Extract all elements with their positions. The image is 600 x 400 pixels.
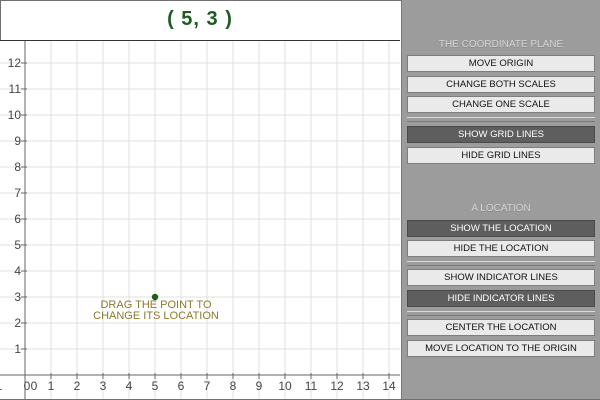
x-tick-label: 2 <box>74 379 81 393</box>
y-tick-label: 5 <box>14 238 21 252</box>
y-tick-label: 6 <box>14 212 21 226</box>
y-tick-label: 11 <box>9 82 22 96</box>
panel-divider <box>407 311 595 316</box>
coordinate-readout: ( 5, 3 ) <box>167 8 233 30</box>
change-one-scale-button[interactable]: CHANGE ONE SCALE <box>407 96 595 113</box>
location-section-title: A LOCATION <box>471 203 531 214</box>
y-tick-label: 2 <box>14 316 21 330</box>
x-tick-label: 3 <box>100 379 107 393</box>
x-tick-label: 12 <box>330 379 344 393</box>
y-tick-label: 8 <box>14 160 21 174</box>
hide-indicator-lines-button[interactable]: HIDE INDICATOR LINES <box>407 290 595 307</box>
y-tick-label: 10 <box>8 108 22 122</box>
y-tick-label: 3 <box>14 290 21 304</box>
drag-hint-line2: CHANGE ITS LOCATION <box>93 310 219 322</box>
x-tick-label: 5 <box>152 379 159 393</box>
coordinate-plane[interactable]: 1234567891011121012345678910111213140 <box>0 40 400 399</box>
change-both-scales-button[interactable]: CHANGE BOTH SCALES <box>407 76 595 93</box>
show-grid-lines-button[interactable]: SHOW GRID LINES <box>407 126 595 143</box>
x-tick-label: 8 <box>230 379 237 393</box>
x-tick-label: 13 <box>356 379 370 393</box>
hide-location-button[interactable]: HIDE THE LOCATION <box>407 240 595 257</box>
x-tick-label: 0 <box>31 379 38 393</box>
x-tick-label: 6 <box>178 379 185 393</box>
y-tick-label: 4 <box>14 264 21 278</box>
origin-label: 0 <box>24 379 31 393</box>
panel-divider <box>407 261 595 266</box>
x-tick-label: 1 <box>0 379 3 393</box>
show-location-button[interactable]: SHOW THE LOCATION <box>407 220 595 237</box>
show-indicator-lines-button[interactable]: SHOW INDICATOR LINES <box>407 269 595 286</box>
hide-grid-lines-button[interactable]: HIDE GRID LINES <box>407 147 595 164</box>
x-tick-label: 10 <box>278 379 292 393</box>
x-tick-label: 7 <box>204 379 211 393</box>
coordinate-plane-svg[interactable]: 1234567891011121012345678910111213140 <box>0 41 400 399</box>
y-tick-label: 9 <box>14 134 21 148</box>
x-tick-label: 9 <box>256 379 263 393</box>
coordinate-plane-section-title: THE COORDINATE PLANE <box>438 39 564 50</box>
y-tick-label: 7 <box>14 186 21 200</box>
move-location-to-origin-button[interactable]: MOVE LOCATION TO THE ORIGIN <box>407 340 595 357</box>
y-tick-label: 12 <box>8 56 22 70</box>
move-origin-button[interactable]: MOVE ORIGIN <box>407 55 595 72</box>
y-tick-label: 1 <box>14 342 21 356</box>
panel-divider <box>407 117 595 122</box>
x-tick-label: 4 <box>126 379 133 393</box>
x-tick-label: 14 <box>382 379 396 393</box>
center-location-button[interactable]: CENTER THE LOCATION <box>407 319 595 336</box>
x-tick-label: 1 <box>48 379 55 393</box>
drag-hint: DRAG THE POINT TO CHANGE ITS LOCATION <box>72 300 240 322</box>
control-panel: THE COORDINATE PLANE MOVE ORIGIN CHANGE … <box>401 0 600 399</box>
x-tick-label: 11 <box>305 379 318 393</box>
